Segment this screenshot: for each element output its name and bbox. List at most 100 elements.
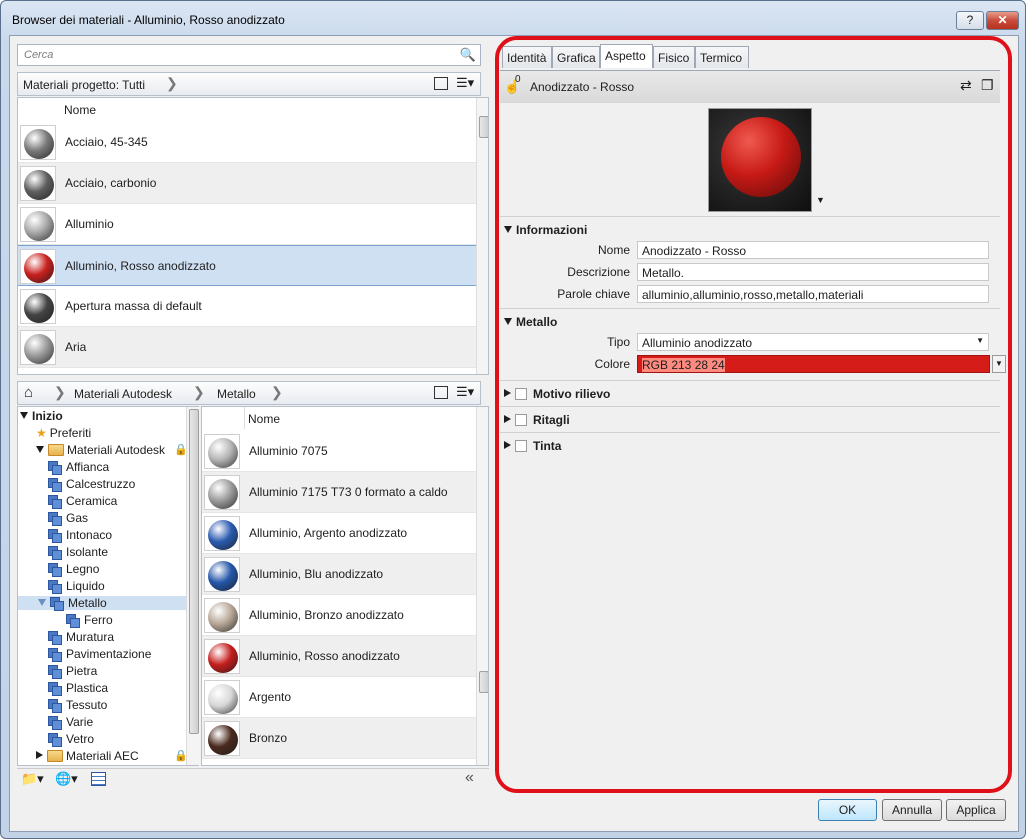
- expand-icon[interactable]: [38, 599, 46, 606]
- tree-item[interactable]: Liquido: [48, 579, 105, 594]
- column-header-name[interactable]: Nome: [64, 103, 96, 117]
- list-item[interactable]: Alluminio, Bronzo anodizzato: [202, 595, 476, 636]
- ritagli-checkbox[interactable]: [515, 414, 527, 426]
- tree-item[interactable]: Metallo: [18, 596, 186, 611]
- list-item[interactable]: Acciaio, carbonio: [18, 163, 476, 204]
- tree-item[interactable]: Plastica: [48, 681, 108, 696]
- section-motivo-rilievo[interactable]: Motivo rilievo: [504, 387, 610, 401]
- tree-item[interactable]: Pietra: [48, 664, 97, 679]
- project-filter-dropdown[interactable]: Materiali progetto: Tutti: [23, 78, 145, 92]
- tree-item[interactable]: Calcestruzzo: [48, 477, 135, 492]
- tree-item[interactable]: Isolante: [48, 545, 108, 560]
- help-button[interactable]: ?: [956, 11, 984, 30]
- duplicate-asset-icon[interactable]: ❐: [981, 77, 994, 94]
- section-tinta[interactable]: Tinta: [504, 439, 561, 453]
- tab-aspetto[interactable]: Aspetto: [600, 44, 653, 68]
- chevron-right-icon: ❯: [54, 384, 66, 400]
- view-toggle-icon[interactable]: [434, 386, 448, 399]
- scrollbar-thumb[interactable]: [479, 116, 488, 138]
- tree-item[interactable]: Varie: [48, 715, 93, 730]
- material-sphere: [208, 520, 238, 550]
- ok-button[interactable]: OK: [818, 799, 877, 821]
- scrollbar-thumb[interactable]: [189, 409, 199, 734]
- folder-options-icon[interactable]: 📁▾: [21, 771, 44, 787]
- list-item[interactable]: Alluminio, Argento anodizzato: [202, 513, 476, 554]
- tab-termico[interactable]: Termico: [695, 46, 749, 68]
- section-metallo[interactable]: Metallo: [504, 315, 557, 329]
- preview-options-icon[interactable]: ▼: [816, 195, 825, 205]
- expand-icon[interactable]: [36, 751, 43, 759]
- expand-icon[interactable]: [36, 446, 44, 453]
- close-button[interactable]: ✕: [986, 11, 1019, 30]
- tree-item[interactable]: Gas: [48, 511, 88, 526]
- motivo-rilievo-checkbox[interactable]: [515, 388, 527, 400]
- section-informazioni[interactable]: Informazioni: [504, 223, 587, 237]
- tree-item[interactable]: Materiali Autodesk 🔒: [36, 443, 188, 457]
- list-options-icon[interactable]: ☰▾: [456, 384, 474, 400]
- view-toggle-icon[interactable]: [434, 77, 448, 90]
- material-name: Acciaio, carbonio: [65, 176, 157, 190]
- expand-icon[interactable]: [20, 412, 28, 419]
- tree-item[interactable]: Materiali AEC 🔒: [36, 749, 188, 763]
- list-options-icon[interactable]: ☰▾: [456, 75, 474, 91]
- list-item[interactable]: Alluminio, Rosso anodizzato: [202, 636, 476, 677]
- library-list-scrollbar[interactable]: [476, 407, 488, 765]
- asset-editor-icon[interactable]: [91, 772, 106, 786]
- tree-item[interactable]: Tessuto: [48, 698, 107, 713]
- home-icon[interactable]: ⌂: [24, 384, 33, 401]
- material-sphere: [24, 211, 54, 241]
- section-ritagli[interactable]: Ritagli: [504, 413, 570, 427]
- category-icon: [48, 716, 62, 730]
- tab-fisico[interactable]: Fisico: [653, 46, 695, 68]
- list-item[interactable]: Argento: [202, 677, 476, 718]
- descrizione-field[interactable]: Metallo.: [637, 263, 989, 281]
- search-icon[interactable]: 🔍: [460, 47, 476, 63]
- create-material-icon[interactable]: 🌐▾: [55, 771, 78, 787]
- parole-chiave-field[interactable]: alluminio,alluminio,rosso,metallo,materi…: [637, 285, 989, 303]
- tree-item[interactable]: Ferro: [66, 613, 113, 628]
- tree-item[interactable]: Legno: [48, 562, 99, 577]
- tree-item[interactable]: Ceramica: [48, 494, 117, 509]
- material-name: Aria: [65, 340, 87, 354]
- tree-item[interactable]: Vetro: [48, 732, 94, 747]
- list-item[interactable]: Alluminio 7175 T73 0 formato a caldo: [202, 472, 476, 513]
- scrollbar-thumb[interactable]: [479, 671, 488, 693]
- apply-button[interactable]: Applica: [946, 799, 1006, 821]
- list-item[interactable]: Alluminio: [18, 204, 476, 245]
- list-item[interactable]: Aria: [18, 327, 476, 368]
- colore-field[interactable]: RGB 213 28 24: [637, 355, 990, 373]
- list-item[interactable]: Apertura massa di default: [18, 286, 476, 327]
- list-item[interactable]: Acciaio, 45-345: [18, 122, 476, 163]
- material-sphere: [24, 334, 54, 364]
- project-filter-bar: Materiali progetto: Tutti ❯ ☰▾: [17, 72, 481, 96]
- chevron-right-icon: ❯: [166, 75, 178, 91]
- search-input[interactable]: Cerca 🔍: [17, 44, 481, 66]
- list-item[interactable]: Alluminio 7075: [202, 431, 476, 472]
- tree-scrollbar[interactable]: [186, 407, 200, 765]
- colore-value: RGB 213 28 24: [642, 358, 725, 372]
- column-header-name[interactable]: Nome: [248, 412, 280, 426]
- tinta-checkbox[interactable]: [515, 440, 527, 452]
- tree-item[interactable]: Inizio: [20, 409, 63, 423]
- list-item[interactable]: Bronzo: [202, 718, 476, 759]
- material-preview[interactable]: [708, 108, 812, 212]
- project-list-scrollbar[interactable]: [476, 98, 488, 374]
- tipo-select[interactable]: Alluminio anodizzato ▼: [637, 333, 989, 351]
- list-item[interactable]: Alluminio, Rosso anodizzato: [18, 245, 476, 286]
- tree-item[interactable]: Pavimentazione: [48, 647, 151, 662]
- tree-item[interactable]: ★ Preferiti: [36, 426, 91, 440]
- tree-item[interactable]: Intonaco: [48, 528, 112, 543]
- colore-dropdown-button[interactable]: ▼: [992, 355, 1006, 373]
- breadcrumb-materiali-autodesk[interactable]: Materiali Autodesk: [74, 387, 172, 401]
- breadcrumb-metallo[interactable]: Metallo: [217, 387, 256, 401]
- replace-asset-icon[interactable]: ⇄: [960, 77, 972, 94]
- category-icon: [48, 733, 62, 747]
- tab-identita[interactable]: Identità: [502, 46, 552, 68]
- tab-grafica[interactable]: Grafica: [552, 46, 600, 68]
- tree-item[interactable]: Muratura: [48, 630, 114, 645]
- nome-field[interactable]: Anodizzato - Rosso: [637, 241, 989, 259]
- tree-item[interactable]: Affianca: [48, 460, 109, 475]
- collapse-library-icon[interactable]: «: [465, 769, 474, 787]
- list-item[interactable]: Alluminio, Blu anodizzato: [202, 554, 476, 595]
- cancel-button[interactable]: Annulla: [882, 799, 942, 821]
